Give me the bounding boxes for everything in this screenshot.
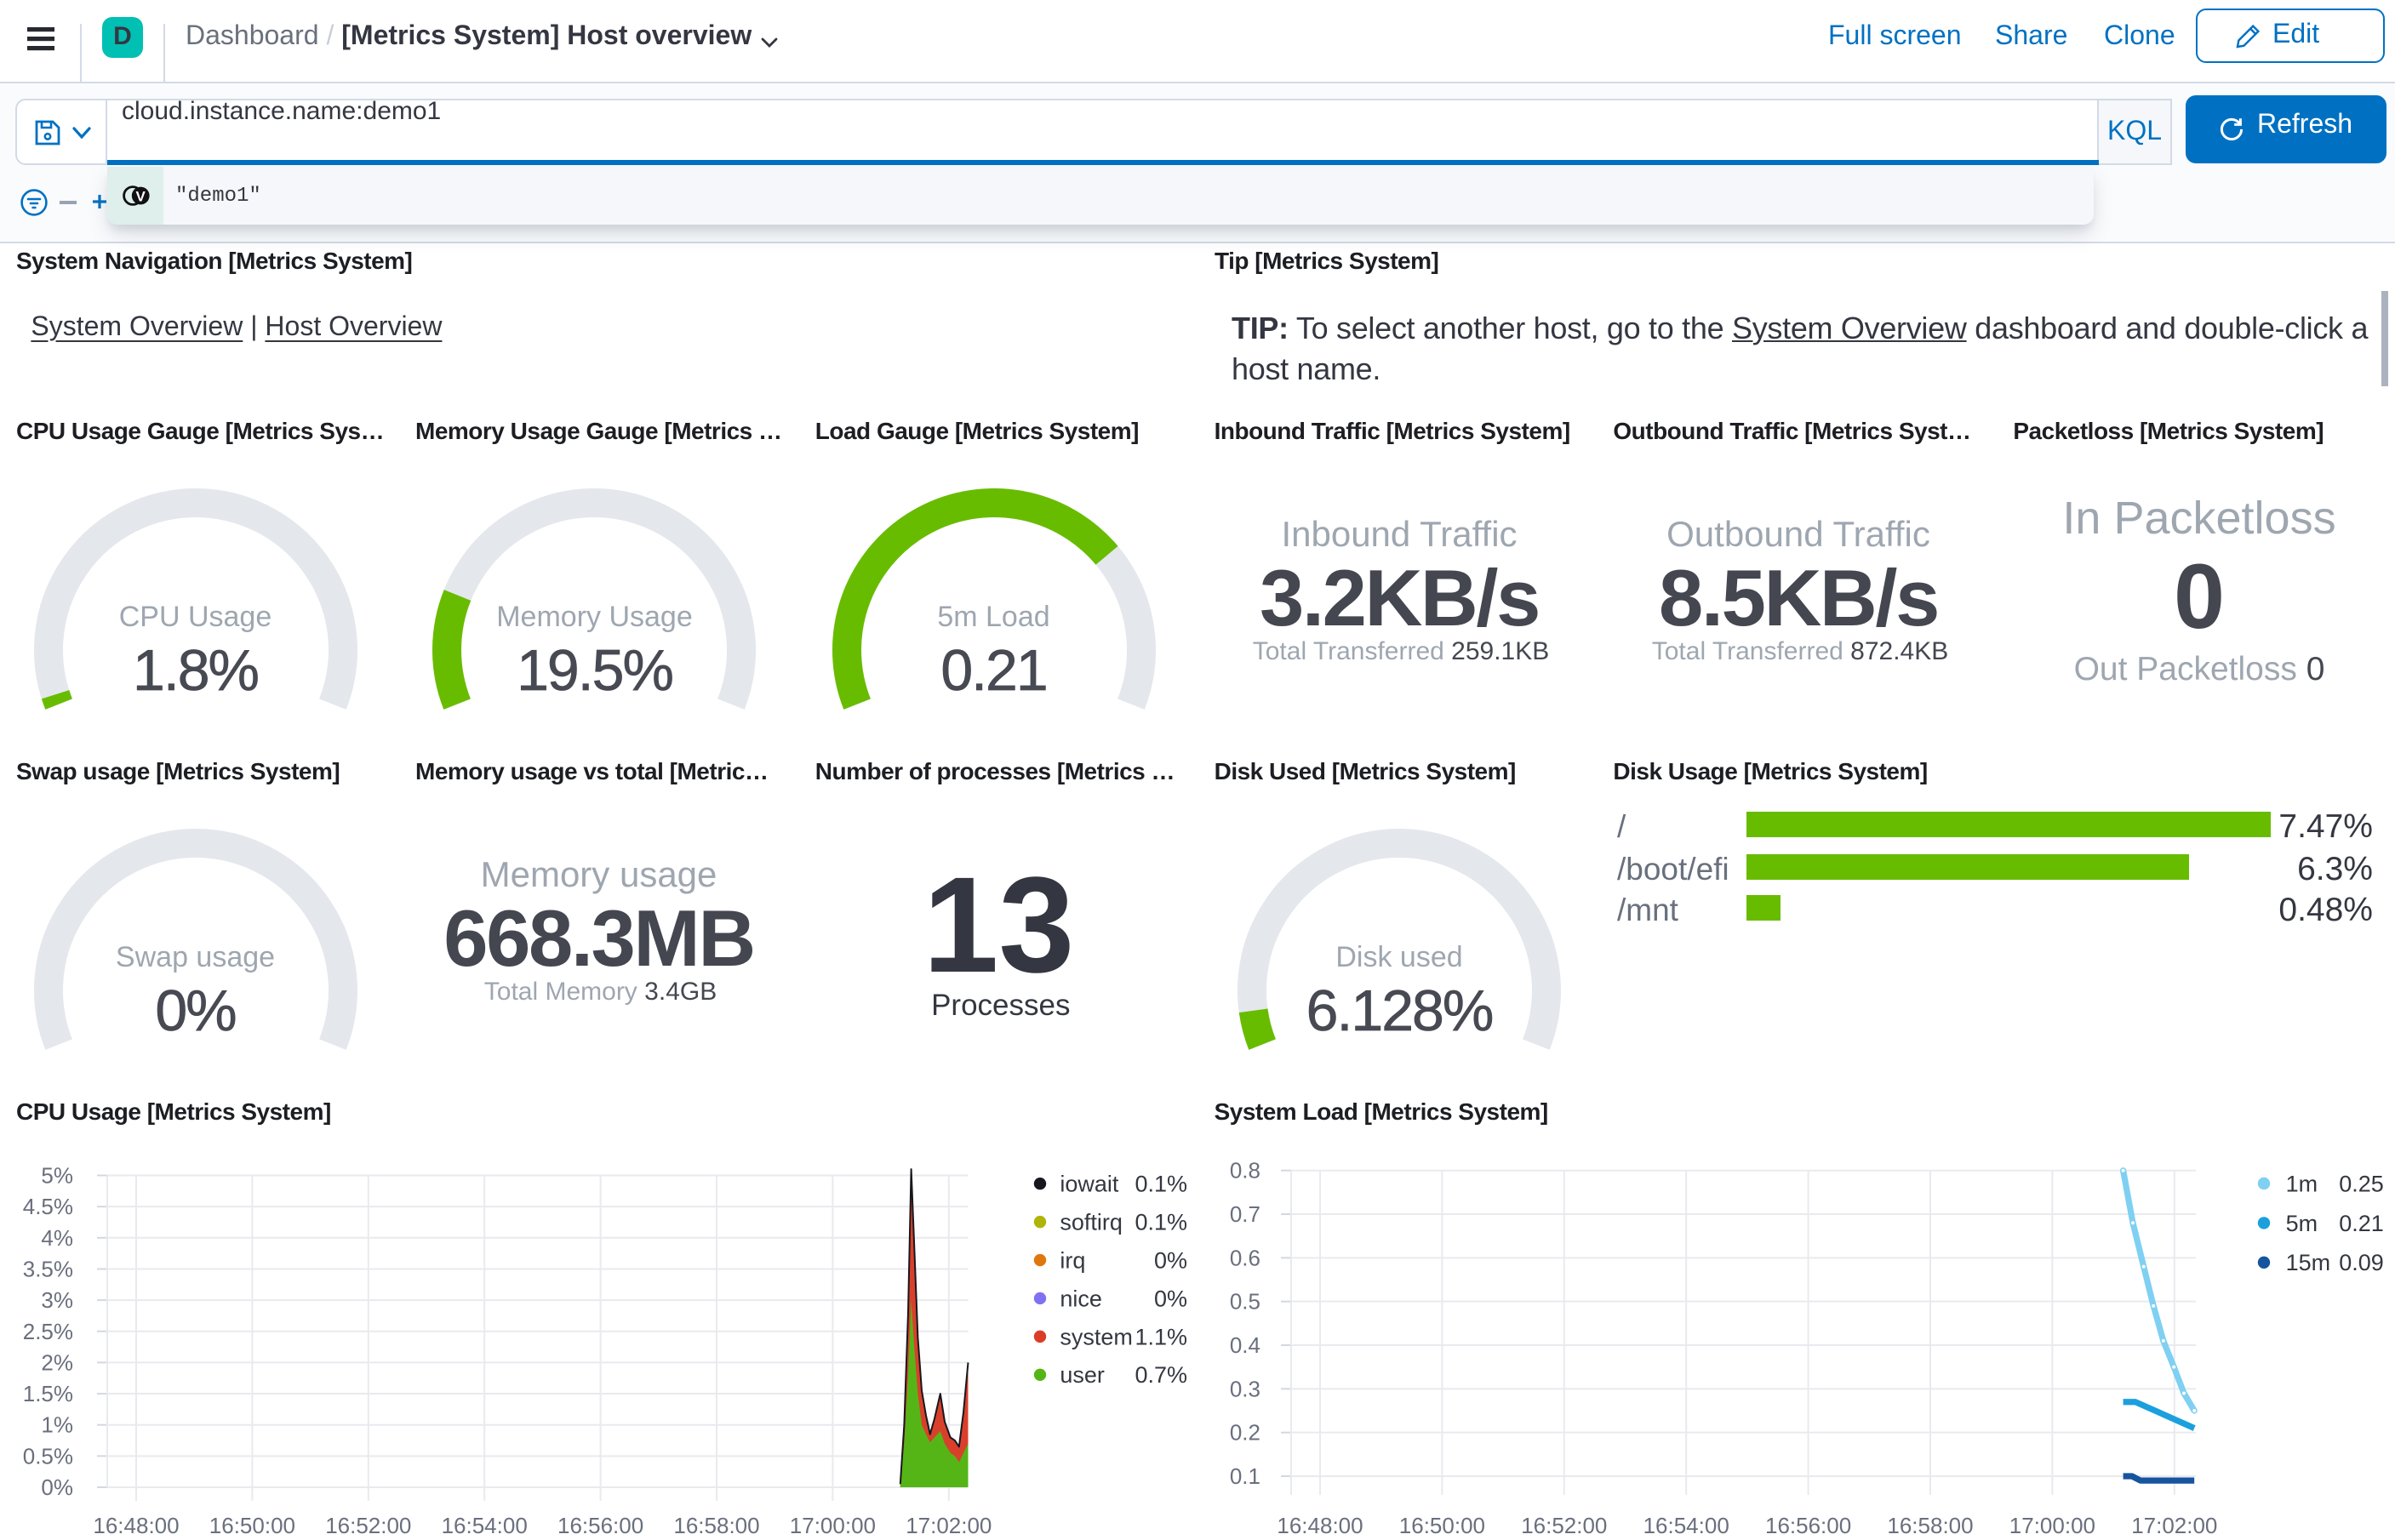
svg-text:17:02:00: 17:02:00 [2131,1513,2217,1538]
svg-text:user: user [1060,1362,1105,1388]
svg-text:16:50:00: 16:50:00 [209,1513,295,1538]
svg-text:0.4: 0.4 [1230,1332,1260,1358]
svg-text:5%: 5% [41,1163,73,1189]
svg-text:0.7: 0.7 [1230,1201,1260,1227]
svg-text:16:54:00: 16:54:00 [1643,1513,1729,1538]
svg-text:0.09: 0.09 [2339,1250,2384,1275]
svg-text:16:50:00: 16:50:00 [1399,1513,1485,1538]
svg-text:0%: 0% [1154,1247,1187,1273]
svg-text:2%: 2% [41,1349,73,1375]
svg-text:0.5%: 0.5% [23,1443,73,1469]
svg-text:16:56:00: 16:56:00 [1765,1513,1851,1538]
svg-text:16:52:00: 16:52:00 [1521,1513,1607,1538]
svg-text:system: system [1060,1324,1133,1349]
svg-text:softirq: softirq [1060,1210,1123,1235]
svg-text:16:48:00: 16:48:00 [1277,1513,1363,1538]
svg-text:3%: 3% [41,1287,73,1313]
svg-text:16:52:00: 16:52:00 [325,1513,411,1538]
svg-text:V: V [136,188,146,204]
svg-text:0.21: 0.21 [2339,1211,2384,1236]
svg-text:1.1%: 1.1% [1135,1324,1187,1349]
svg-text:16:58:00: 16:58:00 [673,1513,759,1538]
svg-text:0.2: 0.2 [1230,1420,1260,1446]
svg-text:0.6: 0.6 [1230,1245,1260,1270]
svg-text:0.1%: 0.1% [1135,1210,1187,1235]
svg-text:nice: nice [1060,1286,1102,1311]
svg-text:1.5%: 1.5% [23,1381,73,1406]
svg-text:4.5%: 4.5% [23,1194,73,1219]
svg-text:17:00:00: 17:00:00 [2009,1513,2095,1538]
svg-text:17:02:00: 17:02:00 [906,1513,992,1538]
svg-text:15m: 15m [2286,1250,2331,1275]
svg-text:5m: 5m [2286,1211,2318,1236]
svg-text:3.5%: 3.5% [23,1256,73,1281]
svg-text:16:54:00: 16:54:00 [442,1513,528,1538]
svg-text:0.1: 0.1 [1230,1463,1260,1489]
svg-text:irq: irq [1060,1247,1085,1273]
svg-text:0.25: 0.25 [2339,1171,2384,1196]
svg-text:0%: 0% [1154,1286,1187,1311]
svg-text:0.1%: 0.1% [1135,1172,1187,1197]
svg-text:16:56:00: 16:56:00 [557,1513,643,1538]
svg-text:4%: 4% [41,1225,73,1251]
svg-text:16:58:00: 16:58:00 [1887,1513,1973,1538]
svg-text:1%: 1% [41,1412,73,1438]
svg-text:0%: 0% [41,1474,73,1500]
svg-text:2.5%: 2.5% [23,1319,73,1344]
svg-text:17:00:00: 17:00:00 [790,1513,876,1538]
svg-text:iowait: iowait [1060,1172,1119,1197]
svg-text:0.8: 0.8 [1230,1158,1260,1184]
svg-text:0.3: 0.3 [1230,1376,1260,1401]
svg-text:1m: 1m [2286,1171,2318,1196]
svg-text:0.7%: 0.7% [1135,1362,1187,1388]
svg-text:16:48:00: 16:48:00 [93,1513,179,1538]
svg-text:0.5: 0.5 [1230,1289,1260,1315]
